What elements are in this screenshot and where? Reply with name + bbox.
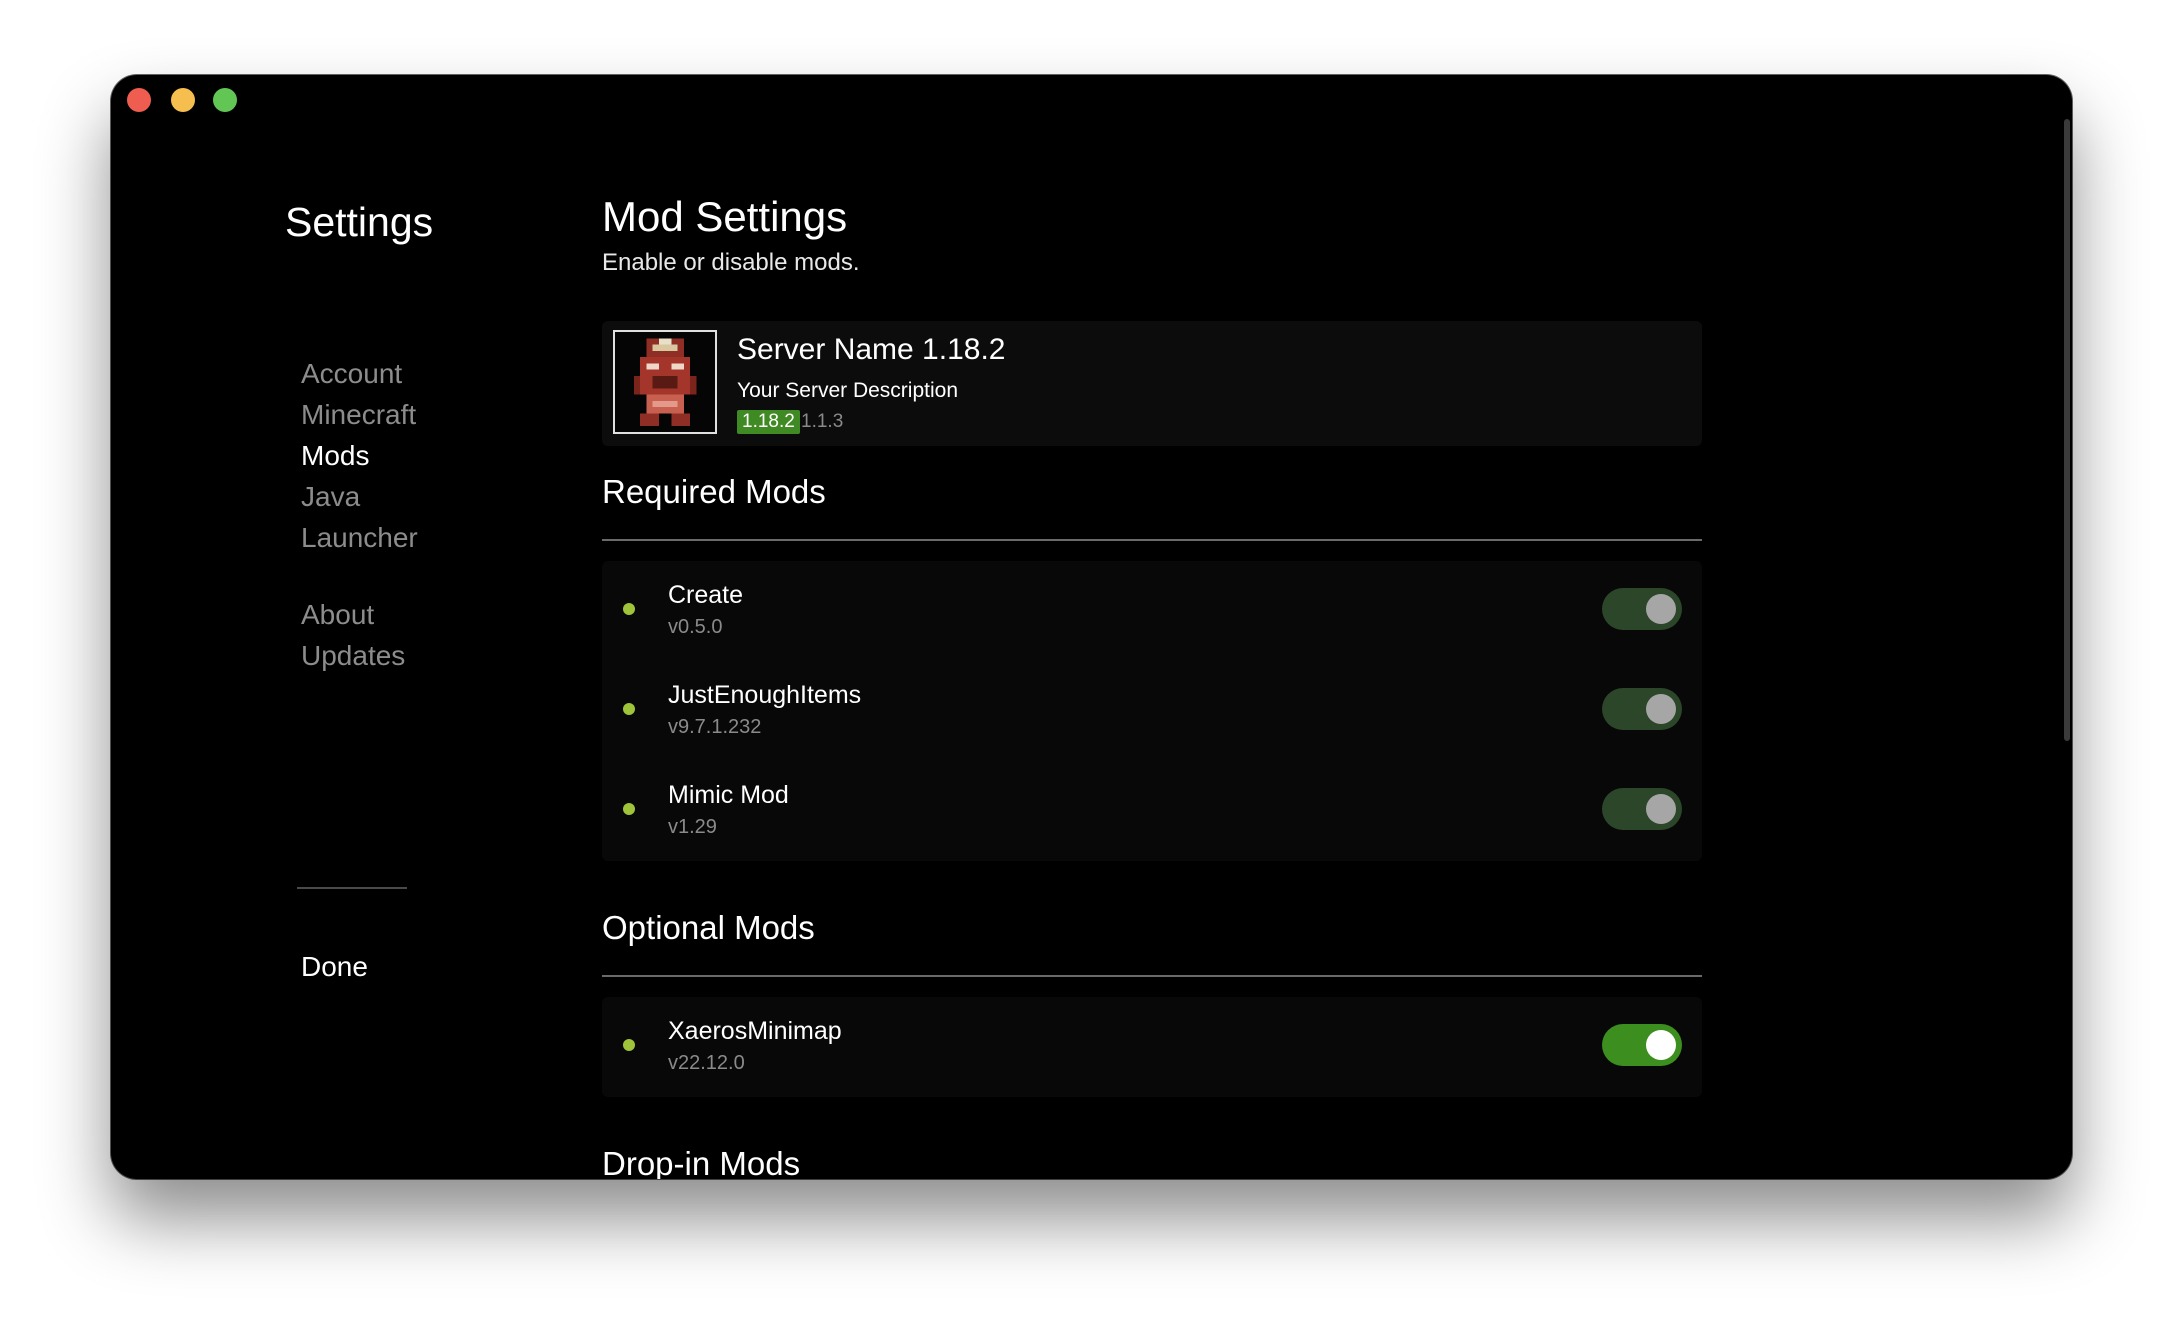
mod-row-create: Create v0.5.0 xyxy=(602,561,1702,653)
mod-row-justenoughitems: JustEnoughItems v9.7.1.232 xyxy=(602,661,1702,753)
mod-row-mimic-mod: Mimic Mod v1.29 xyxy=(602,761,1702,853)
mod-version: v22.12.0 xyxy=(668,1052,745,1074)
sidebar-item-account[interactable]: Account xyxy=(301,358,402,390)
mod-row-xaerosminimap: XaerosMinimap v22.12.0 xyxy=(602,997,1702,1089)
mod-toggle-xaerosminimap[interactable] xyxy=(1602,1024,1682,1066)
optional-mods-heading: Optional Mods xyxy=(602,909,815,946)
minecraft-version-badge: 1.18.2 xyxy=(737,410,800,434)
mod-toggle-create[interactable] xyxy=(1602,588,1682,630)
server-description: Your Server Description xyxy=(737,379,958,402)
toggle-knob xyxy=(1646,594,1676,624)
dropin-mods-heading: Drop-in Mods xyxy=(602,1145,801,1179)
server-name: Server Name 1.18.2 xyxy=(737,333,1006,366)
status-dot xyxy=(623,603,635,615)
sidebar-item-java[interactable]: Java xyxy=(301,481,360,513)
mod-name: JustEnoughItems xyxy=(668,681,862,709)
required-mods-list: Create v0.5.0 JustEnoughItems v9.7.1.232… xyxy=(602,561,1702,861)
page-subtitle: Enable or disable mods. xyxy=(602,249,860,276)
mod-toggle-justenoughitems[interactable] xyxy=(1602,688,1682,730)
pixel-mob-face-icon xyxy=(613,330,717,434)
scrollbar[interactable] xyxy=(2064,119,2070,741)
mod-name: XaerosMinimap xyxy=(668,1017,842,1045)
section-divider xyxy=(602,975,1702,977)
status-dot xyxy=(623,803,635,815)
mod-name: Create xyxy=(668,581,744,609)
toggle-knob xyxy=(1646,1030,1676,1060)
sidebar-item-launcher[interactable]: Launcher xyxy=(301,522,418,554)
optional-mods-list: XaerosMinimap v22.12.0 xyxy=(602,997,1702,1097)
status-dot xyxy=(623,1039,635,1051)
toggle-knob xyxy=(1646,694,1676,724)
sidebar-divider xyxy=(297,887,407,889)
required-mods-heading: Required Mods xyxy=(602,473,826,510)
toggle-knob xyxy=(1646,794,1676,824)
done-button[interactable]: Done xyxy=(301,951,368,983)
page-title: Mod Settings xyxy=(602,193,848,240)
server-card: Server Name 1.18.2 Your Server Descripti… xyxy=(602,321,1702,446)
status-dot xyxy=(623,703,635,715)
mod-name: Mimic Mod xyxy=(668,781,789,809)
sidebar-item-minecraft[interactable]: Minecraft xyxy=(301,399,416,431)
sidebar-item-mods[interactable]: Mods xyxy=(301,440,369,472)
close-window-button[interactable] xyxy=(127,88,151,112)
sidebar-item-about[interactable]: About xyxy=(301,599,374,631)
mod-toggle-mimic-mod[interactable] xyxy=(1602,788,1682,830)
mod-version: v0.5.0 xyxy=(668,616,723,638)
loader-version: 1.1.3 xyxy=(801,411,844,432)
sidebar-title: Settings xyxy=(285,199,434,245)
mod-version: v9.7.1.232 xyxy=(668,716,762,738)
sidebar-item-updates[interactable]: Updates xyxy=(301,640,405,672)
launcher-window: Settings Account Minecraft Mods Java Lau… xyxy=(111,75,2072,1179)
section-divider xyxy=(602,539,1702,541)
zoom-window-button[interactable] xyxy=(213,88,237,112)
mod-version: v1.29 xyxy=(668,816,717,838)
minimize-window-button[interactable] xyxy=(171,88,195,112)
